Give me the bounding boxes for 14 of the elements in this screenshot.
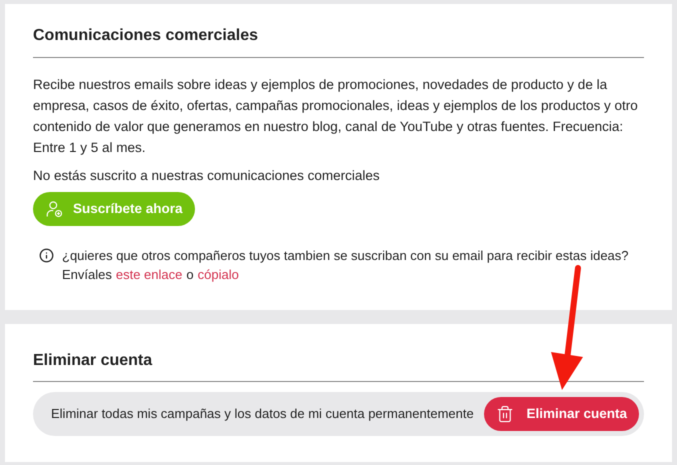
info-text: ¿quieres que otros compañeros tuyos tambien se suscriban con su email para recibir estas ideas?	[62, 247, 629, 266]
subscription-status: No estás suscrito a nuestras comunicaciones comerciales	[33, 167, 381, 185]
link[interactable]: cópialo	[198, 265, 239, 284]
info-icon	[39, 248, 54, 264]
delete-description: Eliminar todas mis campañas y los datos de mi cuenta permanentemente	[51, 405, 474, 424]
section-title: Eliminar cuenta	[33, 351, 154, 371]
info-text: o	[186, 266, 194, 284]
section-title: Comunicaciones comerciales	[33, 26, 259, 46]
description-text: Recibe nuestros emails sobre ideas y ejemplos de promociones, novedades de producto y de la empresa, casos de éxito, ofertas, campañas promocionales, ideas y ejemplos de los productos y otro contenido de valor que generamos en nuestro blog, canal de YouTube y otras fuentes. Frecuencia: Entre 1 y 5 al mes.	[33, 76, 639, 157]
delete-account-button[interactable]: Eliminar cuenta	[484, 397, 639, 431]
trash-icon	[496, 405, 514, 423]
link[interactable]: este enlace	[116, 265, 182, 284]
info-text: Envíales	[62, 266, 112, 284]
user-plus-icon	[45, 200, 63, 218]
